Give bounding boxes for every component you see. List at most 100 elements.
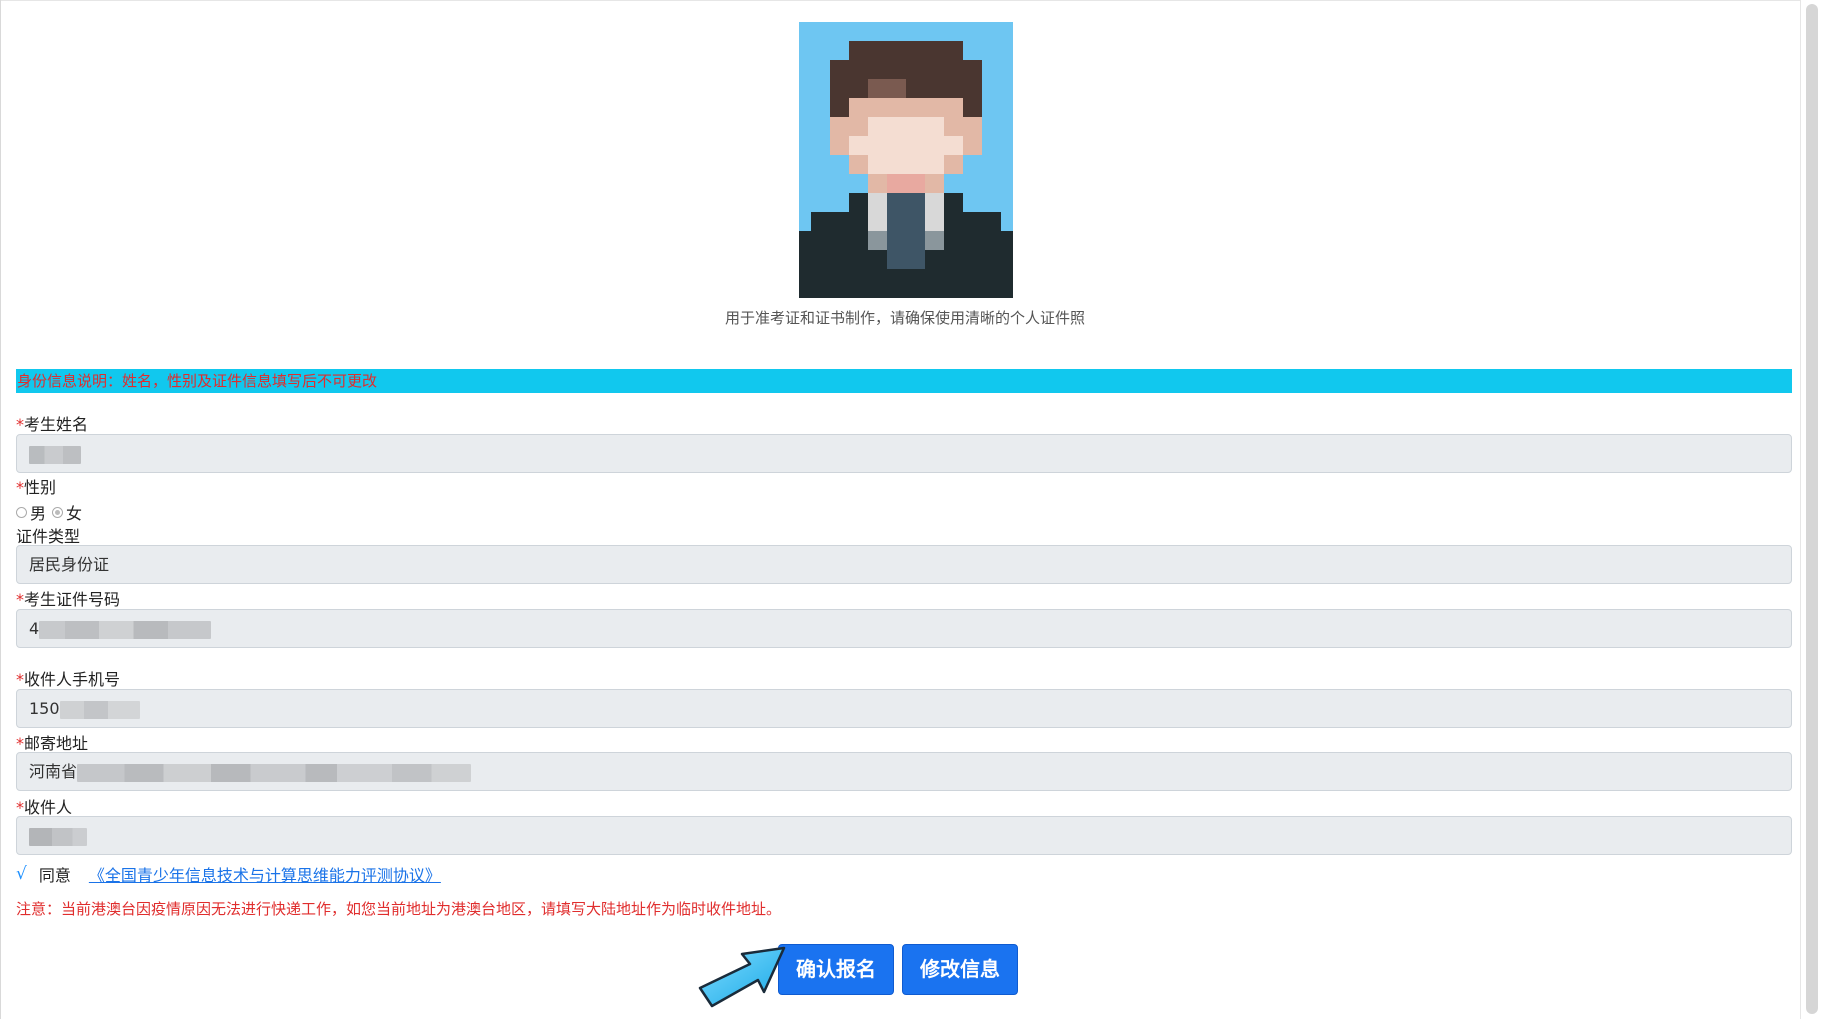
recipient-label-text: 收件人 [24, 798, 73, 817]
photo-pixel [799, 98, 811, 117]
agreement-checkbox[interactable]: √ [16, 864, 27, 884]
id-type-field[interactable]: 居民身份证 [16, 545, 1792, 584]
photo-pixel [799, 250, 811, 269]
confirm-register-button[interactable]: 确认报名 [778, 944, 894, 995]
photo-pixel [982, 117, 1001, 136]
photo-pixel [963, 136, 982, 155]
photo-pixel [1001, 117, 1013, 136]
id-number-redacted [39, 620, 212, 639]
photo-pixel [868, 155, 887, 174]
photo-pixel [868, 41, 887, 60]
photo-pixel [982, 79, 1001, 98]
photo-pixel [944, 22, 963, 41]
name-field[interactable] [16, 434, 1792, 473]
required-mark: * [16, 734, 24, 753]
photo-pixel [963, 250, 982, 269]
agreement-text: 同意 [38, 866, 71, 885]
photo-pixel [849, 212, 868, 231]
photo-pixel [849, 231, 868, 250]
address-label: *邮寄地址 [16, 730, 88, 754]
photo-pixel [830, 136, 849, 155]
photo-pixel [799, 22, 811, 41]
photo-pixel [868, 250, 887, 269]
gender-label-text: 性别 [24, 478, 57, 497]
photo-pixel [849, 117, 868, 136]
photo-pixel [982, 98, 1001, 117]
frame-left-border [0, 0, 1, 1019]
photo-pixel [799, 231, 811, 250]
photo-pixel [799, 136, 811, 155]
photo-pixel [944, 231, 963, 250]
required-mark: * [16, 415, 24, 434]
photo-pixel [982, 193, 1001, 212]
photo-pixel [799, 79, 811, 98]
photo-pixel [925, 193, 944, 212]
id-number-label-text: 考生证件号码 [24, 590, 121, 609]
identity-notice-bar: 身份信息说明：姓名，性别及证件信息填写后不可更改 [16, 369, 1792, 393]
name-label: *考生姓名 [16, 411, 88, 435]
photo-pixel [830, 288, 849, 298]
photo-pixel [925, 212, 944, 231]
modify-info-button[interactable]: 修改信息 [902, 944, 1018, 995]
photo-pixel [799, 212, 811, 231]
phone-label: *收件人手机号 [16, 666, 120, 690]
photo-pixel [849, 193, 868, 212]
photo-pixel [963, 22, 982, 41]
photo-pixel [811, 231, 830, 250]
photo-pixel [811, 212, 830, 231]
photo-pixel [1001, 174, 1013, 193]
photo-pixel [925, 60, 944, 79]
photo-pixel [830, 193, 849, 212]
photo-pixel [944, 41, 963, 60]
photo-pixel [799, 269, 811, 288]
photo-pixel [887, 60, 906, 79]
gender-radio-group: 男 女 [16, 500, 88, 524]
photo-pixel [944, 98, 963, 117]
phone-prefix: 150 [29, 699, 60, 718]
photo-pixel [906, 193, 925, 212]
photo-pixel [830, 117, 849, 136]
photo-pixel [887, 231, 906, 250]
photo-pixel [849, 98, 868, 117]
photo-pixel [830, 79, 849, 98]
photo-pixel [868, 117, 887, 136]
photo-pixel [925, 231, 944, 250]
photo-pixel [811, 60, 830, 79]
scrollbar-thumb[interactable] [1806, 4, 1818, 1014]
photo-pixel [811, 98, 830, 117]
photo-pixel [868, 22, 887, 41]
photo-pixel [963, 60, 982, 79]
id-number-field[interactable]: 4 [16, 609, 1792, 648]
photo-pixel [982, 41, 1001, 60]
required-mark: * [16, 798, 24, 817]
gender-radio-female[interactable] [52, 506, 64, 518]
photo-pixel [944, 136, 963, 155]
photo-pixel [963, 79, 982, 98]
photo-pixel [906, 60, 925, 79]
address-field[interactable]: 河南省 [16, 752, 1792, 791]
recipient-field[interactable] [16, 816, 1792, 855]
photo-pixel [982, 22, 1001, 41]
photo-pixel [982, 155, 1001, 174]
photo-pixel [799, 117, 811, 136]
photo-pixel [906, 155, 925, 174]
photo-pixel [906, 231, 925, 250]
photo-pixel [799, 60, 811, 79]
agreement-link[interactable]: 《全国青少年信息技术与计算思维能力评测协议》 [89, 862, 441, 886]
photo-pixel [925, 250, 944, 269]
photo-pixel [868, 79, 887, 98]
photo-pixel [887, 174, 906, 193]
photo-pixel [887, 193, 906, 212]
agreement-row: √ 同意 《全国青少年信息技术与计算思维能力评测协议》 [16, 862, 441, 886]
photo-pixel [830, 212, 849, 231]
photo-pixel [830, 231, 849, 250]
photo-pixel [1001, 269, 1013, 288]
phone-field[interactable]: 150 [16, 689, 1792, 728]
required-mark: * [16, 478, 24, 497]
photo-pixel [830, 250, 849, 269]
photo-pixel [830, 269, 849, 288]
recipient-redacted [29, 827, 87, 846]
photo-pixel [925, 98, 944, 117]
gender-radio-male[interactable] [16, 506, 27, 518]
photo-pixel [849, 250, 868, 269]
